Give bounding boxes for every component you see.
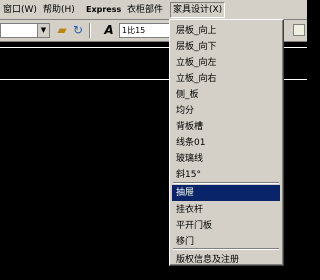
- menu-item-line-01[interactable]: 线条01: [172, 135, 280, 151]
- furniture-design-menu: 层板_向上 层板_向下 立板_向左 立板_向右 侧_板 均分 背板槽 线条01 …: [169, 19, 284, 266]
- menu-item-drawer[interactable]: 抽屉: [172, 185, 280, 201]
- panel-icon[interactable]: [293, 24, 305, 36]
- menu-express[interactable]: Express: [86, 3, 121, 17]
- menu-item-equal-split[interactable]: 均分: [172, 103, 280, 119]
- menu-item-upright-left[interactable]: 立板_向左: [172, 55, 280, 71]
- menu-item-upright-right[interactable]: 立板_向右: [172, 71, 280, 87]
- canvas-line: [284, 79, 307, 80]
- menu-item-slant-15[interactable]: 斜15°: [172, 167, 280, 183]
- chevron-down-icon[interactable]: ▼: [37, 24, 49, 37]
- menu-item-side-panel[interactable]: 侧_板: [172, 87, 280, 103]
- text-style-value: 1比15: [122, 26, 146, 35]
- menu-item-hanging-rod[interactable]: 挂衣杆: [172, 202, 280, 218]
- canvas-line: [0, 79, 169, 80]
- menu-bar: 窗口(W) 帮助(H) Express 衣柜部件 家具设计(X): [0, 0, 307, 20]
- text-style-icon[interactable]: A: [101, 23, 117, 38]
- refresh-icon[interactable]: ↻: [70, 23, 86, 38]
- menu-item-copyright-register[interactable]: 版权信息及注册: [172, 252, 280, 268]
- menu-window[interactable]: 窗口(W): [3, 3, 37, 17]
- menu-item-glass-line[interactable]: 玻璃线: [172, 151, 280, 167]
- menu-separator: [173, 182, 279, 184]
- menu-item-back-groove[interactable]: 背板槽: [172, 119, 280, 135]
- menu-furniture-design[interactable]: 家具设计(X): [170, 2, 226, 18]
- layer-combo[interactable]: ▼: [0, 23, 50, 38]
- canvas-line: [284, 47, 307, 48]
- toolbar-separator: [89, 23, 91, 38]
- menu-wardrobe-parts[interactable]: 衣柜部件: [127, 3, 163, 17]
- canvas-line: [0, 47, 169, 48]
- menu-item-hinged-door[interactable]: 平开门板: [172, 218, 280, 234]
- menu-item-shelf-down[interactable]: 层板_向下: [172, 39, 280, 55]
- menu-item-shelf-up[interactable]: 层板_向上: [172, 23, 280, 39]
- folder-icon[interactable]: ▰: [54, 23, 70, 38]
- menu-help[interactable]: 帮助(H): [43, 3, 75, 17]
- menu-separator: [173, 248, 279, 250]
